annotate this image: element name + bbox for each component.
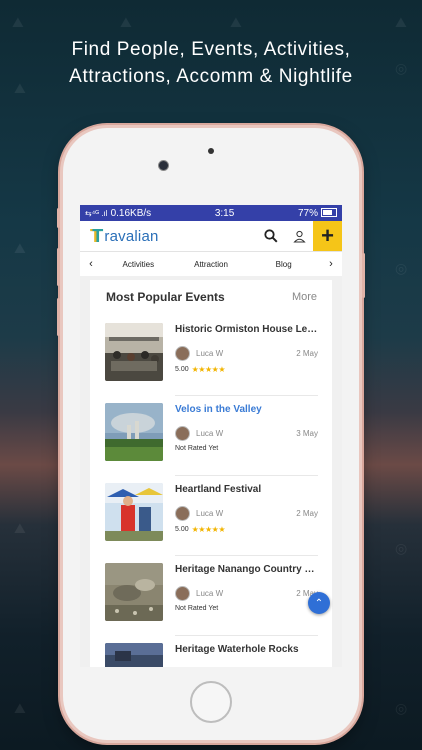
status-bar: ⇆⁴ᴳ .ıl 0.16KB/s 3:15 77% bbox=[80, 205, 342, 221]
power-button bbox=[362, 253, 365, 298]
event-author: Luca W bbox=[196, 509, 224, 518]
avatar bbox=[175, 586, 190, 601]
star-rating-icon: ★★★★★ bbox=[191, 365, 226, 374]
battery-icon bbox=[320, 208, 337, 218]
travalian-logo[interactable]: T Travalian bbox=[90, 226, 159, 247]
event-title[interactable]: Heritage Nanango Country M... bbox=[175, 564, 318, 575]
tab-attraction[interactable]: Attraction bbox=[175, 260, 248, 269]
headline-line-1: Find People, Events, Activities, bbox=[71, 39, 351, 60]
headline-line-2: Attractions, Accomm & Nightlife bbox=[69, 66, 353, 87]
event-thumbnail bbox=[105, 483, 163, 541]
category-tabs: ‹ Activities Attraction Blog › bbox=[80, 252, 342, 277]
avatar bbox=[175, 346, 190, 361]
mountain-icon: ⛰ bbox=[230, 14, 242, 30]
phone-frame: ⇆⁴ᴳ .ıl 0.16KB/s 3:15 77% T Travalian + … bbox=[57, 128, 365, 740]
event-author: Luca W bbox=[196, 589, 224, 598]
mountain-icon: ⛰ bbox=[14, 520, 26, 536]
mountain-icon: ⛰ bbox=[14, 700, 26, 716]
profile-button[interactable] bbox=[285, 221, 313, 251]
rating-value: 5.00 bbox=[175, 526, 189, 533]
scroll-to-top-button[interactable]: ⌃ bbox=[308, 592, 330, 614]
mountain-icon: ⛰ bbox=[12, 14, 24, 30]
event-thumbnail bbox=[105, 563, 163, 621]
event-date: 2 May bbox=[296, 509, 318, 518]
user-icon bbox=[292, 230, 306, 242]
event-item[interactable]: Velos in the Valley Luca W 3 May Not Rat… bbox=[105, 396, 318, 476]
content-area: Most Popular Events More Historic Ormist… bbox=[80, 276, 342, 667]
star-rating-icon: ★★★★★ bbox=[191, 525, 226, 534]
add-button[interactable]: + bbox=[313, 221, 342, 251]
tab-activities[interactable]: Activities bbox=[102, 260, 175, 269]
logo-text: ravalian bbox=[104, 227, 159, 245]
rating-value: Not Rated Yet bbox=[175, 605, 219, 612]
event-thumbnail bbox=[105, 403, 163, 461]
tab-blog[interactable]: Blog bbox=[247, 260, 320, 269]
search-icon bbox=[264, 229, 278, 243]
section-title: Most Popular Events bbox=[106, 290, 225, 304]
home-button[interactable] bbox=[190, 681, 232, 723]
app-header: T Travalian + bbox=[80, 221, 342, 252]
proximity-sensor bbox=[208, 148, 214, 154]
chevron-left-icon[interactable]: ‹ bbox=[80, 258, 102, 270]
avatar bbox=[175, 506, 190, 521]
event-date: 3 May bbox=[296, 429, 318, 438]
event-title[interactable]: Velos in the Valley bbox=[175, 404, 318, 415]
app-screen: ⇆⁴ᴳ .ıl 0.16KB/s 3:15 77% T Travalian + … bbox=[80, 205, 342, 667]
volume-up-button bbox=[57, 248, 60, 286]
compass-icon: ◎ bbox=[395, 260, 408, 276]
event-thumbnail bbox=[105, 323, 163, 381]
event-title[interactable]: Historic Ormiston House Lect... bbox=[175, 324, 318, 335]
search-button[interactable] bbox=[257, 221, 285, 251]
more-link[interactable]: More bbox=[292, 291, 317, 303]
mountain-icon: ⛰ bbox=[14, 240, 26, 256]
event-title[interactable]: Heritage Waterhole Rocks bbox=[175, 644, 318, 655]
event-author: Luca W bbox=[196, 349, 224, 358]
popular-events-card: Most Popular Events More Historic Ormist… bbox=[90, 280, 332, 667]
event-thumbnail bbox=[105, 643, 163, 667]
chevron-right-icon[interactable]: › bbox=[320, 258, 342, 270]
clock: 3:15 bbox=[214, 207, 235, 219]
event-item[interactable]: Heartland Festival Luca W 2 May 5.00 ★★★… bbox=[105, 476, 318, 556]
mountain-icon: ⛰ bbox=[395, 14, 407, 30]
event-date: 2 May bbox=[296, 349, 318, 358]
battery-percent: 77% bbox=[297, 207, 318, 219]
mute-switch bbox=[57, 208, 60, 228]
mountain-icon: ⛰ bbox=[120, 14, 132, 30]
logo-t-teal: T bbox=[92, 225, 104, 246]
event-item[interactable]: Historic Ormiston House Lect... Luca W 2… bbox=[105, 316, 318, 396]
event-title[interactable]: Heartland Festival bbox=[175, 484, 318, 495]
chevron-up-icon: ⌃ bbox=[314, 597, 324, 609]
battery-status: 77% bbox=[298, 208, 337, 219]
event-item[interactable]: Heritage Waterhole Rocks bbox=[105, 636, 318, 667]
network-icon: ⇆⁴ᴳ .ıl bbox=[85, 208, 108, 218]
rating-value: 5.00 bbox=[175, 366, 189, 373]
event-item[interactable]: Heritage Nanango Country M... Luca W 2 M… bbox=[105, 556, 318, 636]
compass-icon: ◎ bbox=[395, 540, 408, 556]
rating-value: Not Rated Yet bbox=[175, 445, 219, 452]
compass-icon: ◎ bbox=[395, 700, 408, 716]
avatar bbox=[175, 426, 190, 441]
network-speed: 0.16KB/s bbox=[110, 207, 152, 219]
promo-headline: Find People, Events, Activities, Attract… bbox=[0, 36, 422, 90]
front-camera bbox=[158, 160, 169, 171]
volume-down-button bbox=[57, 298, 60, 336]
event-author: Luca W bbox=[196, 429, 224, 438]
